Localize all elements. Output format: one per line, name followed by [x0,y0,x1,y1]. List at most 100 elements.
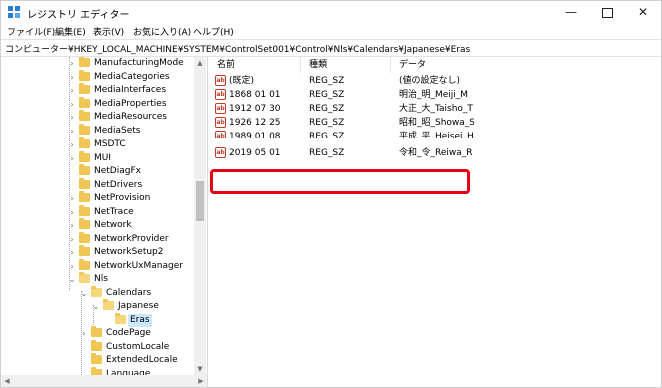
address-bar[interactable]: コンピューター¥HKEY_LOCAL_MACHINE¥SYSTEM¥Contro… [1,39,661,57]
minimize-icon: — [565,5,577,19]
folder-icon [79,110,90,121]
value-name: 2019 05 01 [229,148,281,158]
expand-arrow-icon[interactable]: › [67,192,77,205]
folder-icon [79,205,90,216]
menu-bar: ファイル(F) 編集(E) 表示(V) お気に入り(A) ヘルプ(H) [1,23,661,39]
value-row[interactable]: ab 1912 07 30 REG_SZ 大正_大_Taisho_T [209,102,661,116]
tree-item-label: NetworkUxManager [94,261,183,271]
folder-icon [79,151,90,162]
tree-horizontal-scrollbar[interactable]: ◀ ▶ [1,375,207,387]
expand-arrow-icon[interactable]: › [67,219,77,232]
folder-open-icon [91,286,102,297]
folder-icon [79,164,90,175]
string-value-icon: ab [215,117,226,128]
scroll-down-arrow-icon[interactable]: ▼ [194,363,206,375]
value-row-selected[interactable]: ab 2019 05 01 REG_SZ 令和_令_Reiwa_R [209,146,661,160]
expand-arrow-icon[interactable]: › [67,206,77,219]
folder-icon [79,232,90,243]
tree-item-label: NetProvision [94,193,151,203]
menu-help[interactable]: ヘルプ(H) [193,25,234,38]
tree-item-label: MediaProperties [94,99,167,109]
tree-item-label: ExtendedLocale [106,355,178,365]
folder-icon [79,191,90,202]
folder-open-icon [115,313,126,324]
expand-arrow-icon[interactable]: › [67,152,77,165]
scroll-left-arrow-icon[interactable]: ◀ [1,375,13,387]
value-row[interactable]: ab 1868 01 01 REG_SZ 明治_明_Meiji_M [209,88,661,102]
value-type: REG_SZ [309,104,345,114]
tree-item-label: MSDTC [94,139,126,149]
menu-view[interactable]: 表示(V) [93,25,124,38]
title-bar: レジストリ エディター — ✕ [1,1,661,23]
expand-arrow-icon[interactable]: › [67,57,77,70]
tree-item-label: CustomLocale [106,342,170,352]
close-button[interactable]: ✕ [625,1,661,23]
value-name: 1912 07 30 [229,104,281,114]
address-path[interactable]: コンピューター¥HKEY_LOCAL_MACHINE¥SYSTEM¥Contro… [5,42,470,55]
string-value-icon: ab [215,89,226,100]
tree-item-label: NetDrivers [94,180,143,190]
tree-item-label: MediaCategories [94,72,170,82]
tree-item-label: NetDiagFx [94,166,141,176]
close-icon: ✕ [637,5,649,19]
tree-item-label: Network [94,220,132,230]
tree-item-label: Calendars [106,288,152,298]
window-title: レジストリ エディター [27,10,130,21]
folder-icon [91,340,102,351]
collapse-arrow-icon[interactable]: ⌄ [67,273,77,286]
expand-arrow-icon[interactable]: › [67,138,77,151]
maximize-button[interactable] [589,1,625,23]
folder-icon [79,70,90,81]
tree-item-label: CodePage [106,328,151,338]
expand-arrow-icon[interactable]: › [67,246,77,259]
value-type: REG_SZ [309,148,345,158]
expand-arrow-icon[interactable]: › [67,98,77,111]
folder-icon [79,218,90,229]
tree-item-label: Japanese [118,301,159,311]
value-name: 1989 01 08 [229,132,281,138]
value-row[interactable]: ab 1926 12 25 REG_SZ 昭和_昭_Showa_S [209,116,661,130]
key-tree-pane[interactable]: › ManufacturingMode › MediaCategories › Med… [1,57,208,387]
menu-edit[interactable]: 編集(E) [55,25,86,38]
expand-arrow-icon[interactable]: › [67,71,77,84]
maximize-icon [601,7,613,18]
value-row[interactable]: ab (既定) REG_SZ (値の設定なし) [209,74,661,88]
collapse-arrow-icon[interactable]: ⌄ [79,287,89,300]
expand-arrow-icon[interactable]: › [67,111,77,124]
scroll-thumb[interactable] [196,181,204,221]
folder-icon [79,259,90,270]
value-type: REG_SZ [309,90,345,100]
expand-arrow-icon[interactable]: › [67,125,77,138]
value-name: 1868 01 01 [229,90,281,100]
tree-item-label: MediaResources [94,112,167,122]
expand-arrow-icon[interactable]: › [67,260,77,273]
menu-file[interactable]: ファイル(F) [7,25,55,38]
value-data: 大正_大_Taisho_T [399,104,473,114]
expand-arrow-icon[interactable]: › [79,327,89,340]
folder-icon [79,124,90,135]
value-row-partially-hidden[interactable]: ab 1989 01 08 REG_SZ 平成_平_Heisei_H [209,130,661,138]
folder-icon [91,353,102,364]
column-header-type[interactable]: 種類 [301,57,391,73]
scroll-up-arrow-icon[interactable]: ▲ [194,57,206,69]
minimize-button[interactable]: — [553,1,589,23]
tree-item-label: Nls [94,274,108,284]
value-data: 令和_令_Reiwa_R [399,148,473,158]
column-header-name[interactable]: 名前 [209,57,301,73]
expand-arrow-icon[interactable]: › [67,233,77,246]
expand-arrow-icon[interactable]: › [67,84,77,97]
column-header-data[interactable]: データ [391,57,661,73]
folder-icon [79,57,90,67]
value-name: 1926 12 25 [229,118,281,128]
tree-item-label: NetworkProvider [94,234,169,244]
menu-favorites[interactable]: お気に入り(A) [133,25,191,38]
tree-vertical-scrollbar[interactable]: ▲ ▼ [194,57,206,375]
tree-item-label: Eras [128,314,152,327]
value-type: REG_SZ [309,76,345,86]
folder-icon [79,97,90,108]
collapse-arrow-icon[interactable]: ⌄ [91,300,101,313]
string-value-icon: ab [215,75,226,86]
value-data: (値の設定なし) [399,76,461,86]
values-list-pane[interactable]: 名前 種類 データ ab (既定) REG_SZ (値の設定なし) ab 186… [209,57,661,387]
scroll-right-arrow-icon[interactable]: ▶ [195,375,207,387]
